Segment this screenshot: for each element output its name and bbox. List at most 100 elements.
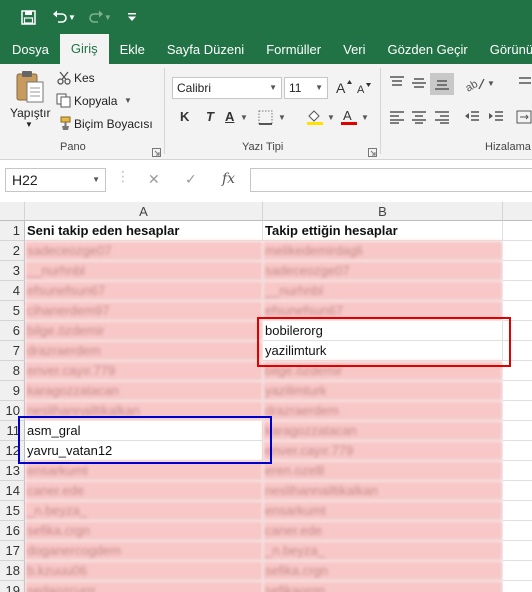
- undo-dropdown-icon[interactable]: ▼: [68, 13, 76, 22]
- select-all-corner[interactable]: [0, 202, 25, 221]
- row-header[interactable]: 3: [0, 261, 25, 281]
- align-right-icon[interactable]: [434, 110, 450, 129]
- cell-c2[interactable]: [503, 241, 532, 261]
- cell-b18[interactable]: sefika.crgn: [263, 561, 503, 581]
- cell-a14[interactable]: caner.ede: [25, 481, 263, 501]
- save-icon[interactable]: [14, 2, 42, 32]
- row-header[interactable]: 18: [0, 561, 25, 581]
- copy-icon[interactable]: [56, 93, 71, 113]
- fill-color-icon[interactable]: [306, 108, 324, 131]
- cell-c7[interactable]: [503, 341, 532, 361]
- font-launcher-icon[interactable]: [368, 144, 377, 157]
- cell-c4[interactable]: [503, 281, 532, 301]
- font-color-icon[interactable]: A: [340, 108, 358, 131]
- row-header[interactable]: 7: [0, 341, 25, 361]
- increase-indent-icon[interactable]: [488, 110, 504, 129]
- bold-button[interactable]: K: [180, 109, 189, 124]
- tab-giris[interactable]: Giriş: [59, 34, 109, 64]
- font-color-dropdown-icon[interactable]: ▼: [361, 113, 369, 122]
- borders-dropdown-icon[interactable]: ▼: [278, 113, 286, 122]
- cell-c9[interactable]: [503, 381, 532, 401]
- cell-b5[interactable]: efsunefsun67: [263, 301, 503, 321]
- align-center-icon[interactable]: [411, 110, 427, 129]
- decrease-font-size-icon[interactable]: A: [356, 80, 374, 101]
- column-header-a[interactable]: A: [25, 202, 263, 221]
- cell-a1[interactable]: Seni takip eden hesaplar: [25, 221, 263, 241]
- row-header[interactable]: 8: [0, 361, 25, 381]
- insert-function-button[interactable]: fx: [222, 171, 235, 187]
- cell-c6[interactable]: [503, 321, 532, 341]
- font-size-select[interactable]: 11 ▼: [284, 77, 328, 99]
- copy-dropdown-icon[interactable]: ▼: [124, 96, 132, 105]
- tab-formuller[interactable]: Formüller: [255, 36, 332, 64]
- cell-c8[interactable]: [503, 361, 532, 381]
- cell-a13[interactable]: ensarkumt: [25, 461, 263, 481]
- cell-a3[interactable]: __nurhnbl: [25, 261, 263, 281]
- underline-dropdown-icon[interactable]: ▼: [240, 113, 248, 122]
- cell-b10[interactable]: drazraerdem: [263, 401, 503, 421]
- cell-a2[interactable]: sadeceozge07: [25, 241, 263, 261]
- cell-c13[interactable]: [503, 461, 532, 481]
- cell-c14[interactable]: [503, 481, 532, 501]
- row-header[interactable]: 10: [0, 401, 25, 421]
- cell-b6[interactable]: bobilerorg: [263, 321, 503, 341]
- cell-a9[interactable]: karagozzatacan: [25, 381, 263, 401]
- row-header[interactable]: 11: [0, 421, 25, 441]
- cell-c19[interactable]: [503, 581, 532, 592]
- format-painter-icon[interactable]: [56, 116, 71, 136]
- cell-b15[interactable]: ensarkumt: [263, 501, 503, 521]
- row-header[interactable]: 19: [0, 581, 25, 592]
- cell-b2[interactable]: melikedemirdagli: [263, 241, 503, 261]
- cell-a19[interactable]: sedaozcurrr: [25, 581, 263, 592]
- wrap-text-icon[interactable]: [518, 76, 532, 95]
- row-header[interactable]: 4: [0, 281, 25, 301]
- font-name-select[interactable]: Calibri ▼: [172, 77, 282, 99]
- cell-a17[interactable]: doganercogdem: [25, 541, 263, 561]
- row-header[interactable]: 9: [0, 381, 25, 401]
- cell-c5[interactable]: [503, 301, 532, 321]
- tab-sayfa-duzeni[interactable]: Sayfa Düzeni: [156, 36, 255, 64]
- row-header[interactable]: 6: [0, 321, 25, 341]
- italic-button[interactable]: T: [206, 109, 214, 124]
- paste-label[interactable]: Yapıştır: [10, 106, 50, 120]
- cell-b9[interactable]: yazilimturk: [263, 381, 503, 401]
- cell-a16[interactable]: sefika.crgn: [25, 521, 263, 541]
- customize-qat-icon[interactable]: [118, 2, 146, 32]
- cell-b12[interactable]: enver.cayır.779: [263, 441, 503, 461]
- cell-b11[interactable]: karagozzatacan: [263, 421, 503, 441]
- redo-dropdown-icon[interactable]: ▼: [104, 13, 112, 22]
- row-header[interactable]: 1: [0, 221, 25, 241]
- copy-label[interactable]: Kopyala: [74, 94, 117, 108]
- row-header[interactable]: 5: [0, 301, 25, 321]
- orientation-dropdown-icon[interactable]: ▼: [487, 79, 495, 88]
- cell-b3[interactable]: sadeceozge07: [263, 261, 503, 281]
- clipboard-launcher-icon[interactable]: [152, 144, 161, 157]
- cell-b1[interactable]: Takip ettiğin hesaplar: [263, 221, 503, 241]
- formula-input[interactable]: [250, 168, 532, 192]
- tab-dosya[interactable]: Dosya: [0, 36, 60, 64]
- align-bottom-icon[interactable]: [430, 73, 454, 95]
- fill-color-dropdown-icon[interactable]: ▼: [327, 113, 335, 122]
- cell-a4[interactable]: efsunefsun67: [25, 281, 263, 301]
- cell-c3[interactable]: [503, 261, 532, 281]
- cell-c12[interactable]: [503, 441, 532, 461]
- cell-a12[interactable]: yavru_vatan12: [25, 441, 263, 461]
- name-box[interactable]: H22 ▼: [5, 168, 106, 192]
- cell-c17[interactable]: [503, 541, 532, 561]
- row-header[interactable]: 13: [0, 461, 25, 481]
- paste-icon[interactable]: [15, 70, 45, 109]
- cell-b4[interactable]: __nurhnbl: [263, 281, 503, 301]
- merge-center-icon[interactable]: [516, 110, 532, 129]
- align-left-icon[interactable]: [389, 110, 405, 129]
- underline-button[interactable]: A: [225, 109, 234, 124]
- row-header[interactable]: 15: [0, 501, 25, 521]
- row-header[interactable]: 17: [0, 541, 25, 561]
- cell-b14[interactable]: neslihannailtikalkan: [263, 481, 503, 501]
- column-header-c[interactable]: [503, 202, 532, 221]
- orientation-icon[interactable]: ab: [463, 75, 486, 98]
- cell-b16[interactable]: caner.ede: [263, 521, 503, 541]
- cell-a11[interactable]: asm_gral: [25, 421, 263, 441]
- cell-c15[interactable]: [503, 501, 532, 521]
- row-header[interactable]: 14: [0, 481, 25, 501]
- cell-b13[interactable]: eren.ozelll: [263, 461, 503, 481]
